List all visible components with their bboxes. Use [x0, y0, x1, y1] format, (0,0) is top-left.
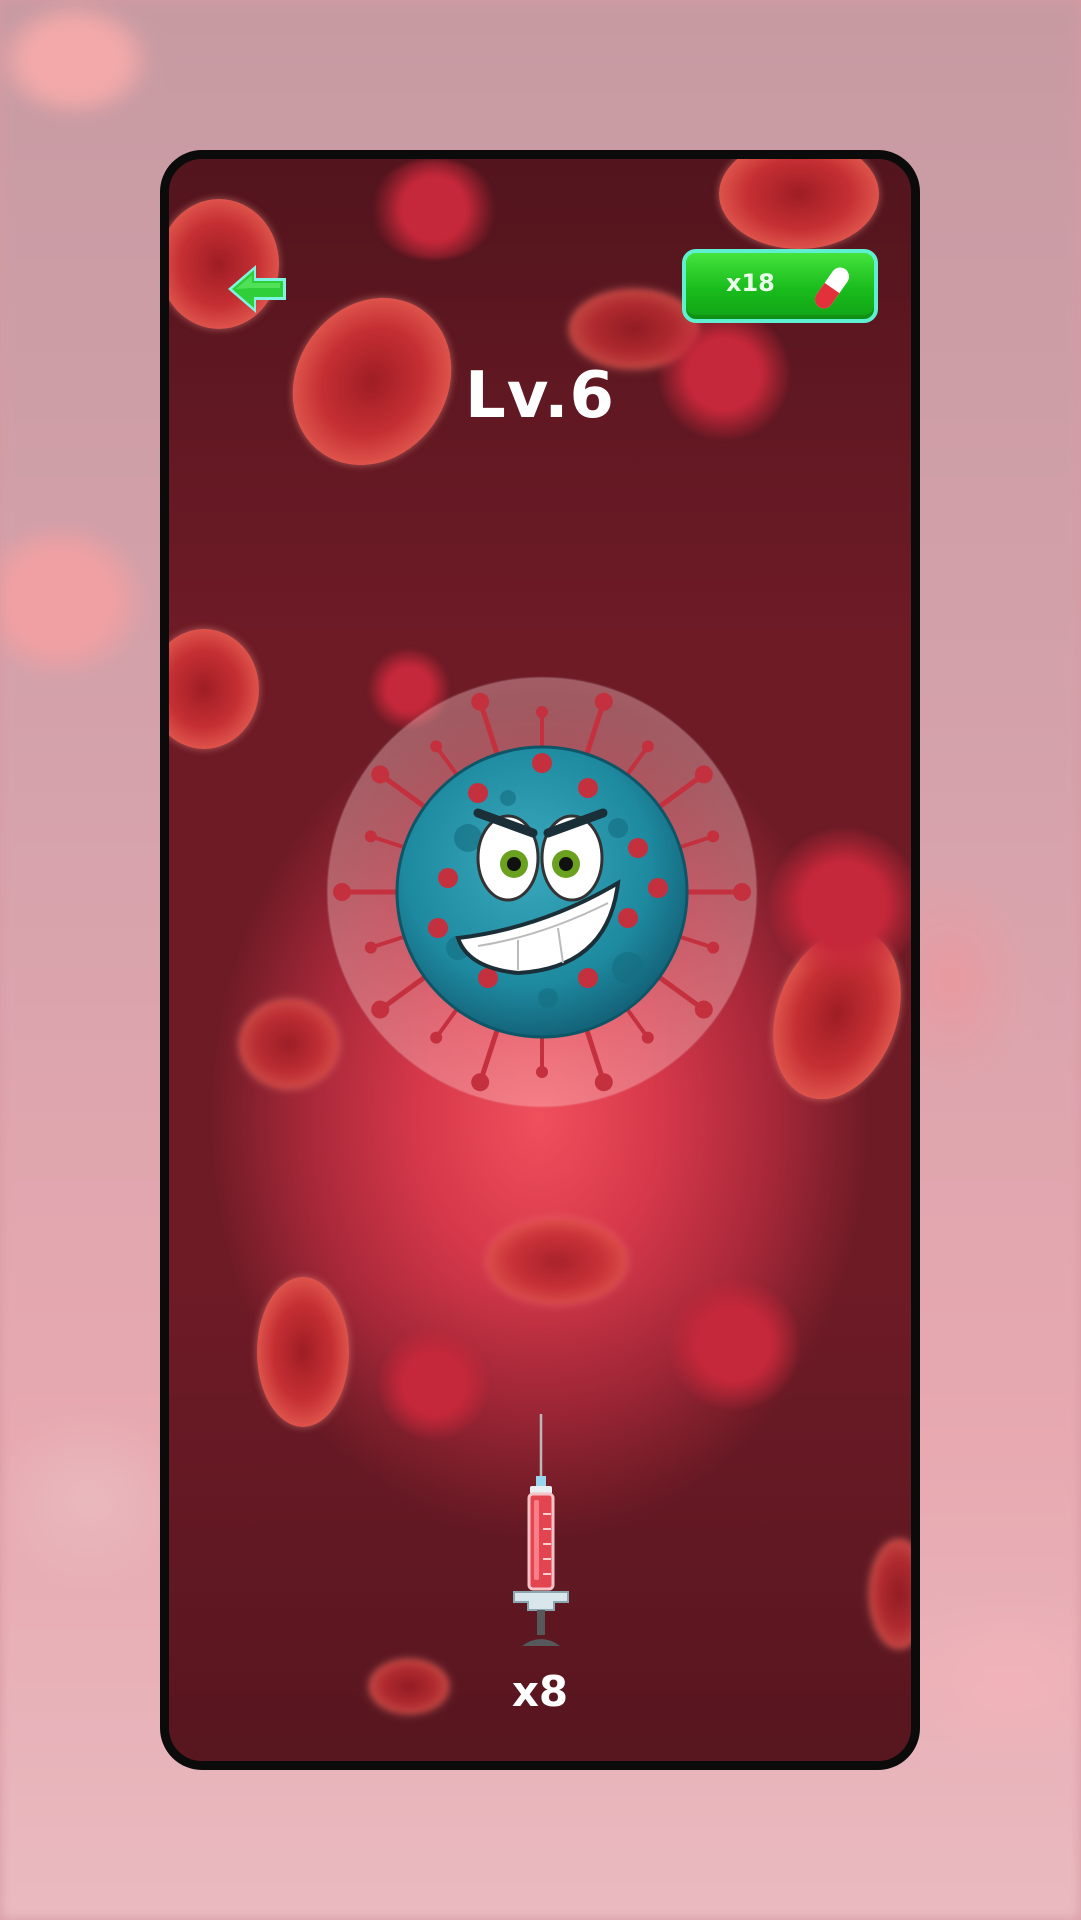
- virus-bump: [532, 753, 552, 773]
- virus-spike-tip: [594, 692, 613, 711]
- virus-bump: [618, 908, 638, 928]
- background-germ: [769, 829, 911, 979]
- virus-spike-tip: [536, 1066, 548, 1078]
- virus-bump: [478, 968, 498, 988]
- virus-spike-tip: [371, 765, 390, 784]
- virus-spike-tip: [641, 740, 654, 753]
- virus-spike-tip: [536, 706, 548, 718]
- virus-bump: [578, 778, 598, 798]
- virus-spike-tip: [471, 1073, 490, 1092]
- virus-bump: [628, 838, 648, 858]
- pill-count: x18: [726, 269, 775, 297]
- pill-icon: [814, 267, 850, 309]
- background-germ: [369, 159, 499, 259]
- syringe-count: x8: [511, 1667, 569, 1716]
- game-screen: x18 Lv.6 x8: [160, 150, 920, 1770]
- background-germ: [379, 1329, 489, 1439]
- blood-cell: [257, 1277, 349, 1427]
- virus-enemy[interactable]: [328, 678, 756, 1106]
- syringe-icon[interactable]: [506, 1414, 576, 1649]
- virus-spike-tip: [333, 883, 351, 901]
- virus-spike: [378, 772, 431, 812]
- background-germ: [669, 1279, 799, 1409]
- virus-bump: [468, 783, 488, 803]
- virus-spike-tip: [430, 1031, 443, 1044]
- back-button[interactable]: [224, 259, 294, 319]
- pill-counter-button[interactable]: x18: [682, 249, 878, 323]
- back-arrow-icon: [228, 265, 286, 313]
- virus-spike-tip: [371, 1000, 390, 1019]
- virus-spike-tip: [430, 740, 443, 753]
- blood-cell: [487, 1219, 627, 1304]
- virus-spike-tip: [641, 1031, 654, 1044]
- virus-spike-tip: [594, 1073, 613, 1092]
- virus-bump: [438, 868, 458, 888]
- virus-spike-tip: [694, 1000, 713, 1019]
- virus-bump: [648, 878, 668, 898]
- virus-spike-tip: [471, 692, 490, 711]
- level-label: Lv.6: [464, 359, 616, 433]
- blood-cell: [239, 999, 339, 1089]
- virus-spike-tip: [707, 941, 720, 954]
- virus-bump: [578, 968, 598, 988]
- virus-bump: [428, 918, 448, 938]
- blood-cell: [869, 1539, 911, 1649]
- virus-spike-tip: [707, 830, 720, 843]
- virus-spike-tip: [364, 941, 377, 954]
- virus-spike-tip: [364, 830, 377, 843]
- virus-spike-tip: [733, 883, 751, 901]
- virus-spike: [477, 701, 502, 760]
- virus-spike-tip: [694, 765, 713, 784]
